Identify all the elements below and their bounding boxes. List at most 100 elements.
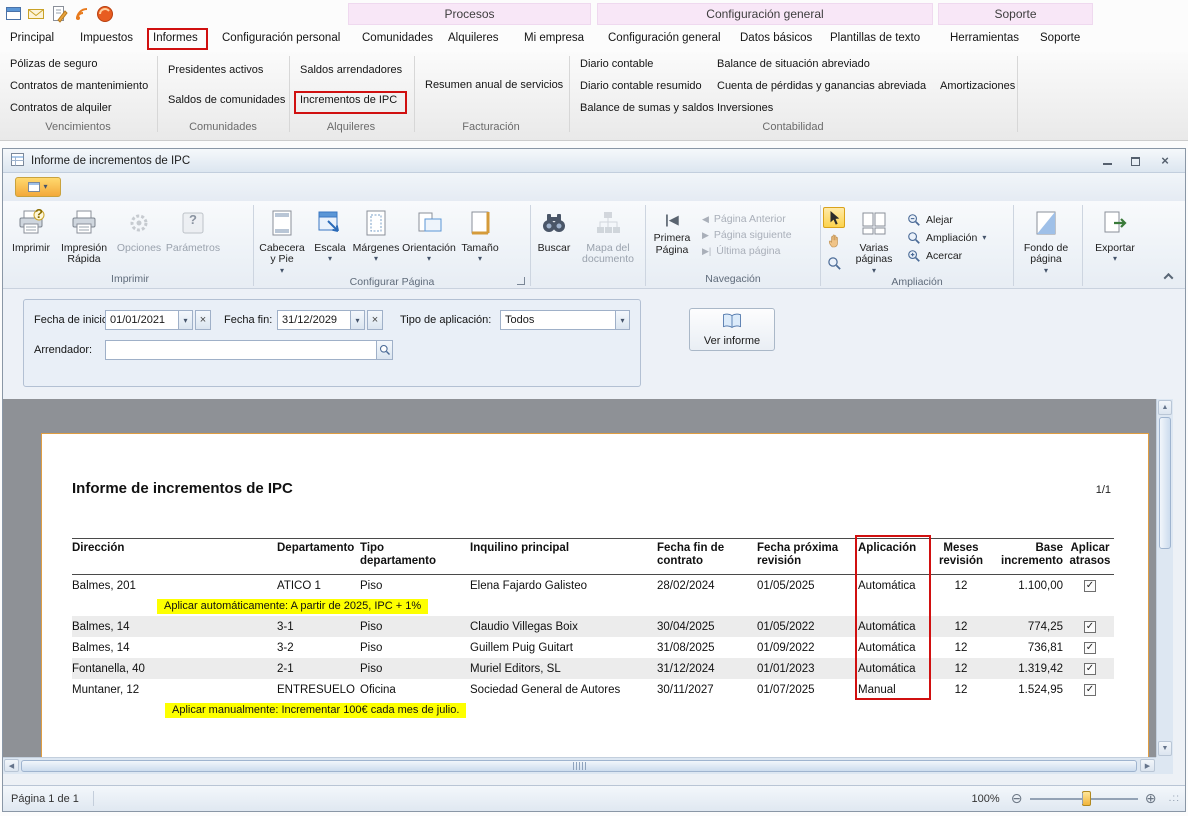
menu-item-inversiones[interactable]: Inversiones xyxy=(717,102,773,114)
hand-tool-button[interactable] xyxy=(823,230,845,251)
tab-herramientas[interactable]: Herramientas xyxy=(950,32,1019,44)
size-button[interactable]: Tamaño▾ xyxy=(458,205,502,263)
tipo-aplicacion-value[interactable]: Todos xyxy=(500,310,616,330)
first-page-button[interactable]: |◀ Primera Página xyxy=(648,205,696,257)
app-window-icon[interactable] xyxy=(5,5,23,23)
search-button[interactable]: Buscar xyxy=(533,205,575,255)
scroll-left-arrow[interactable]: ◀ xyxy=(4,759,19,772)
minimize-button[interactable] xyxy=(1095,152,1119,170)
tipo-aplicacion-combo[interactable]: Todos ▾ xyxy=(500,310,630,330)
scroll-down-arrow[interactable]: ▼ xyxy=(1158,741,1172,756)
table-row: Balmes, 143-2PisoGuillem Puig Guitart31/… xyxy=(72,637,1114,658)
fecha-fin-value[interactable]: 31/12/2029 xyxy=(277,310,351,330)
tab-soporte[interactable]: Soporte xyxy=(1040,32,1080,44)
table-header-row: Dirección Departamento Tipodepartamento … xyxy=(72,538,1114,575)
column-header-aplicacion: Aplicación xyxy=(858,542,931,555)
tab-impuestos[interactable]: Impuestos xyxy=(80,32,133,44)
menu-item-polizas-de-seguro[interactable]: Pólizas de seguro xyxy=(10,58,97,70)
zoom-in-circle-button[interactable]: ⊕ xyxy=(1142,790,1160,807)
fecha-fin-combo[interactable]: 31/12/2029 ▾ × xyxy=(277,310,383,330)
scale-button[interactable]: Escala▾ xyxy=(310,205,350,263)
fecha-inicio-combo[interactable]: 01/01/2021 ▾ × xyxy=(105,310,211,330)
fecha-fin-dropdown-icon[interactable]: ▾ xyxy=(350,310,365,330)
menu-item-incrementos-de-ipc[interactable]: Incrementos de IPC xyxy=(300,94,397,106)
tab-configuracion-general[interactable]: Configuración general xyxy=(608,32,721,44)
header-footer-button[interactable]: Cabecera y Pie▾ xyxy=(256,205,308,275)
scroll-up-arrow[interactable]: ▲ xyxy=(1158,400,1172,415)
ribbon-header-procesos: Procesos xyxy=(348,3,591,25)
ver-informe-button[interactable]: Ver informe xyxy=(689,308,775,351)
fecha-fin-clear-button[interactable]: × xyxy=(367,310,383,330)
menu-item-contratos-de-alquiler[interactable]: Contratos de alquiler xyxy=(10,102,112,114)
edit-document-icon[interactable] xyxy=(50,5,68,23)
zoom-in-button[interactable]: Acercar xyxy=(907,249,986,263)
close-button[interactable]: × xyxy=(1153,152,1177,170)
zoom-out-button[interactable]: Alejar xyxy=(907,213,986,227)
zoom-tool-button[interactable] xyxy=(823,253,845,274)
vertical-scrollbar[interactable]: ▲ ▼ xyxy=(1156,399,1173,757)
quick-print-button[interactable]: Impresión Rápida xyxy=(55,205,113,267)
tab-alquileres[interactable]: Alquileres xyxy=(448,32,499,44)
resize-grip[interactable]: .:: xyxy=(1169,793,1180,804)
menu-item-saldos-arrendadores[interactable]: Saldos arrendadores xyxy=(300,64,402,76)
menu-item-saldos-de-comunidades[interactable]: Saldos de comunidades xyxy=(168,94,285,106)
tipo-aplicacion-dropdown-icon[interactable]: ▾ xyxy=(615,310,630,330)
export-button[interactable]: Exportar▾ xyxy=(1085,205,1145,263)
menu-item-balance-de-situacion-abreviado[interactable]: Balance de situación abreviado xyxy=(717,58,870,70)
tab-mi-empresa[interactable]: Mi empresa xyxy=(524,32,584,44)
aplicar-atrasos-checkbox: ✓ xyxy=(1084,684,1096,696)
maximize-button[interactable] xyxy=(1123,152,1147,170)
header-footer-icon xyxy=(268,209,296,241)
tab-informes[interactable]: Informes xyxy=(153,32,198,44)
arrendador-input[interactable] xyxy=(105,340,393,360)
menu-item-amortizaciones[interactable]: Amortizaciones xyxy=(940,80,1015,92)
arrendador-search-button[interactable] xyxy=(376,340,393,360)
menu-item-presidentes-activos[interactable]: Presidentes activos xyxy=(168,64,263,76)
horizontal-scrollbar-thumb[interactable] xyxy=(21,760,1137,772)
menu-item-contratos-de-mantenimiento[interactable]: Contratos de mantenimiento xyxy=(10,80,148,92)
tab-datos-basicos[interactable]: Datos básicos xyxy=(740,32,812,44)
options-button: Opciones xyxy=(115,205,163,255)
orientation-button[interactable]: Orientación▾ xyxy=(402,205,456,263)
window-menu-button[interactable]: ▾ xyxy=(15,177,61,197)
collapse-toolbar-button[interactable] xyxy=(1159,268,1177,284)
margins-button[interactable]: Márgenes▾ xyxy=(352,205,400,263)
menu-item-diario-contable[interactable]: Diario contable xyxy=(580,58,653,70)
feed-icon[interactable] xyxy=(73,5,91,23)
menu-item-balance-de-sumas-y-saldos[interactable]: Balance de sumas y saldos xyxy=(580,102,714,114)
tab-plantillas-de-texto[interactable]: Plantillas de texto xyxy=(830,32,920,44)
arrendador-value[interactable] xyxy=(105,340,377,360)
tab-comunidades[interactable]: Comunidades xyxy=(362,32,433,44)
menu-item-diario-contable-resumido[interactable]: Diario contable resumido xyxy=(580,80,702,92)
mail-icon[interactable] xyxy=(27,5,45,23)
horizontal-scrollbar[interactable]: ◀ ▶ xyxy=(3,757,1156,774)
toolbar-group-imprimir: ? Imprimir Impresión Rápida Opciones ? P… xyxy=(9,203,251,288)
page-background-icon xyxy=(1032,209,1060,241)
menu-item-resumen-anual-de-servicios[interactable]: Resumen anual de servicios xyxy=(425,79,563,91)
fox-icon[interactable] xyxy=(96,5,114,23)
last-page-button: ▶|Última página xyxy=(702,245,792,257)
zoom-slider-thumb[interactable] xyxy=(1082,791,1091,806)
menu-item-cuenta-de-perdidas-y-ganancias[interactable]: Cuenta de pérdidas y ganancias abreviada xyxy=(717,80,926,92)
print-button[interactable]: ? Imprimir xyxy=(9,205,53,255)
tab-principal[interactable]: Principal xyxy=(10,32,54,44)
tab-configuracion-personal[interactable]: Configuración personal xyxy=(222,32,340,44)
scroll-right-arrow[interactable]: ▶ xyxy=(1140,759,1155,772)
fecha-inicio-value[interactable]: 01/01/2021 xyxy=(105,310,179,330)
zoom-slider[interactable] xyxy=(1030,790,1138,807)
vertical-scrollbar-thumb[interactable] xyxy=(1159,417,1171,549)
document-map-button: Mapa del documento xyxy=(577,205,639,267)
zoom-icon xyxy=(907,231,921,245)
fecha-inicio-clear-button[interactable]: × xyxy=(195,310,211,330)
note-row: Aplicar manualmente: Incrementar 100€ ca… xyxy=(72,700,1114,720)
search-icon xyxy=(379,344,391,356)
page-background-button[interactable]: Fondo de página▾ xyxy=(1016,205,1076,275)
pointer-tool-button[interactable] xyxy=(823,207,845,228)
multiple-pages-button[interactable]: Varias páginas▾ xyxy=(847,205,901,275)
dialog-launcher-icon[interactable] xyxy=(517,277,525,285)
fecha-inicio-dropdown-icon[interactable]: ▾ xyxy=(178,310,193,330)
zoom-out-circle-button[interactable]: ⊖ xyxy=(1008,790,1026,807)
ribbon-header-soporte: Soporte xyxy=(938,3,1093,25)
zoom-level-button[interactable]: Ampliación▾ xyxy=(907,231,986,245)
toolbar-separator xyxy=(253,205,254,286)
